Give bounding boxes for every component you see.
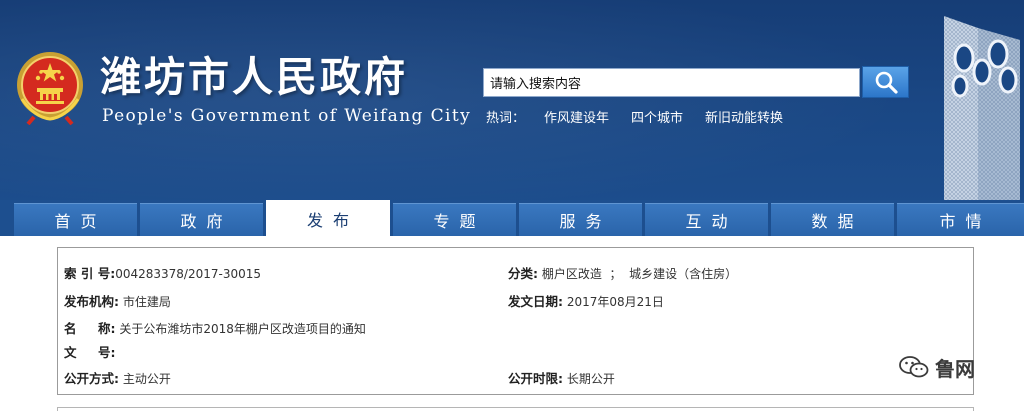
hotwords-bar: 热词： 作风建设年 四个城市 新旧动能转换 (486, 106, 805, 126)
wechat-icon (899, 356, 929, 378)
document-name-row: 名 称: 关于公布潍坊市2018年棚户区改造项目的通知 (64, 318, 366, 337)
national-emblem-icon (17, 52, 83, 125)
nav-tab-topics[interactable]: 专题 (393, 203, 516, 236)
issue-date-label: 发文日期: (508, 294, 563, 309)
nav-tab-data[interactable]: 数据 (771, 203, 894, 236)
nav-tab-interaction[interactable]: 互动 (645, 203, 768, 236)
index-number-value: 004283378/2017-30015 (115, 267, 262, 281)
document-number-label-a: 文 (64, 345, 77, 360)
disclosure-period-row: 公开时限: 长期公开 (508, 368, 615, 387)
disclosure-period-label: 公开时限: (508, 371, 563, 386)
category-value: 棚户区改造 ； 城乡建设（含住房） (541, 267, 738, 281)
nav-tab-city-info[interactable]: 市情 (897, 203, 1024, 236)
document-name-value: 关于公布潍坊市2018年棚户区改造项目的通知 (119, 322, 366, 336)
main-nav: 首页 政府 发布 专题 服务 互动 数据 市情 (0, 200, 1024, 236)
search-input[interactable] (483, 68, 860, 97)
disclosure-method-value: 主动公开 (122, 372, 171, 386)
hotword-link[interactable]: 作风建设年 (544, 107, 609, 126)
hotwords-label: 热词： (486, 110, 526, 126)
document-name-label-a: 名 (64, 321, 77, 336)
disclosure-method-row: 公开方式: 主动公开 (64, 368, 171, 387)
disclosure-method-label: 公开方式: (64, 371, 119, 386)
search-button[interactable] (862, 66, 909, 98)
index-number-label: 索 引 号: (64, 266, 116, 281)
watermark-text: 鲁网 (935, 356, 975, 381)
site-subtitle: People's Government of Weifang City (102, 106, 472, 126)
source-watermark: 鲁网 (899, 353, 975, 381)
document-number-label-b: 号: (98, 345, 116, 360)
nav-tab-home[interactable]: 首页 (14, 203, 137, 236)
search-icon (875, 71, 898, 94)
issue-date-value: 2017年08月21日 (566, 295, 664, 309)
issue-date-row: 发文日期: 2017年08月21日 (508, 291, 664, 310)
disclosure-period-value: 长期公开 (566, 372, 615, 386)
site-title: 潍坊市人民政府 (100, 53, 408, 101)
nav-tab-government[interactable]: 政府 (140, 203, 263, 236)
index-number-row: 索 引 号:004283378/2017-30015 (64, 263, 261, 282)
nav-tab-publish[interactable]: 发布 (266, 200, 390, 236)
publisher-label: 发布机构: (64, 294, 119, 309)
hotword-link[interactable]: 四个城市 (631, 107, 683, 126)
nav-tab-services[interactable]: 服务 (519, 203, 642, 236)
publisher-row: 发布机构: 市住建局 (64, 291, 171, 310)
document-name-label-b: 称: (98, 321, 116, 336)
category-row: 分类: 棚户区改造 ； 城乡建设（含住房） (508, 263, 737, 282)
category-label: 分类: (508, 266, 538, 281)
hotword-link[interactable]: 新旧动能转换 (705, 107, 783, 126)
publisher-value: 市住建局 (122, 295, 171, 309)
document-number-row: 文 号: (64, 342, 116, 361)
content-panel-top (57, 407, 974, 411)
